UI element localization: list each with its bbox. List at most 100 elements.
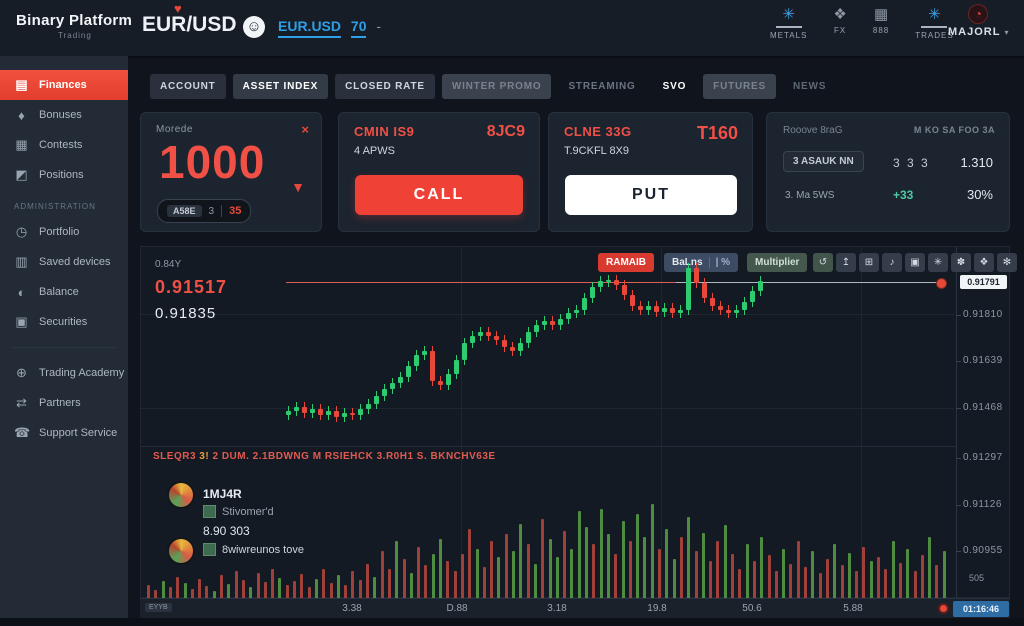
put-button[interactable]: PUT xyxy=(565,175,737,215)
sidebar-item-contests[interactable]: ▦Contests xyxy=(0,130,128,160)
888-icon: ▦ xyxy=(874,6,888,24)
volume-bar xyxy=(768,555,771,599)
nav-item-888[interactable]: ▦888 xyxy=(873,6,889,50)
volume-bar xyxy=(884,569,887,599)
tool-flower-icon[interactable]: ✽ xyxy=(951,253,971,272)
decrease-arrow-icon[interactable]: ▼ xyxy=(291,179,305,195)
volume-bar xyxy=(592,544,595,599)
volume-bar xyxy=(264,582,267,599)
call-title: CMIN IS9 xyxy=(354,124,414,139)
sidebar-item-securities[interactable]: ▣Securities xyxy=(0,307,128,337)
tab-winter-promo[interactable]: Winter Promo xyxy=(442,74,552,99)
tab-asset-index[interactable]: Asset Index xyxy=(233,74,328,99)
candle xyxy=(294,407,299,411)
sidebar-item-label: Saved devices xyxy=(39,256,111,268)
app-logo-subtitle: Trading xyxy=(58,31,92,40)
pair-link[interactable]: EUR.USD 70 - xyxy=(278,18,381,34)
account-menu[interactable]: ◔ MAJORL ▾ xyxy=(948,4,1008,38)
nav-label: METALS xyxy=(770,31,807,40)
stats-pill[interactable]: 3 ASAUK NN xyxy=(783,151,864,172)
tool-diamond-icon[interactable]: ❖ xyxy=(974,253,994,272)
put-value: T160 xyxy=(697,123,738,144)
volume-bar xyxy=(541,519,544,599)
volume-bar xyxy=(855,571,858,599)
sidebar-item-portfolio[interactable]: ◷Portfolio xyxy=(0,217,128,247)
sidebar-item-label: Partners xyxy=(39,397,81,409)
volume-bar xyxy=(600,509,603,599)
candle xyxy=(550,321,555,325)
tab-bar: Account Asset Index Closed Rate Winter Prom… xyxy=(150,74,836,99)
nav-item-metals[interactable]: ✳METALS xyxy=(770,6,807,50)
sidebar-item-finances[interactable]: ▤Finances xyxy=(0,70,128,100)
sidebar-item-trading-academy[interactable]: ⊕Trading Academy xyxy=(0,358,128,388)
volume-bar xyxy=(556,557,559,599)
volume-bar xyxy=(337,575,340,599)
volume-bar xyxy=(892,541,895,599)
tool-asterisk-icon[interactable]: ✳ xyxy=(928,253,948,272)
price-axis-label: 0.91297 xyxy=(963,452,1003,463)
volume-bar xyxy=(738,569,741,599)
time-axis-badge: EYYB xyxy=(145,603,172,612)
candle xyxy=(734,310,739,314)
pair-selector[interactable]: EUR/USD- xyxy=(142,13,247,37)
sidebar-item-positions[interactable]: ◩Positions xyxy=(0,160,128,190)
volume-bar xyxy=(446,561,449,599)
price-axis-label: 0.91639 xyxy=(963,355,1003,366)
call-button[interactable]: CALL xyxy=(355,175,523,215)
stepper-step[interactable]: 35 xyxy=(229,205,241,217)
tool-arrow-up-icon[interactable]: ↥ xyxy=(836,253,856,272)
volume-bar xyxy=(578,511,581,599)
tool-grid-icon[interactable]: ⊞ xyxy=(859,253,879,272)
candle xyxy=(302,407,307,413)
volume-bar xyxy=(519,524,522,599)
sidebar-item-bonuses[interactable]: ♦Bonuses xyxy=(0,100,128,130)
stats-row1-mid: 3 3 3 xyxy=(893,156,930,170)
volume-bar xyxy=(877,557,880,599)
chart-overlay-price-white: 0.91835 xyxy=(155,305,216,322)
volume-bar xyxy=(410,573,413,599)
tab-streaming[interactable]: Streaming xyxy=(558,74,645,99)
current-price-pill: 0.91791 xyxy=(960,275,1007,289)
candle xyxy=(446,374,451,385)
footer-strip xyxy=(0,618,1024,626)
candle xyxy=(686,268,691,309)
volume-bar xyxy=(665,529,668,599)
chart-overlay-small: 0.84Y xyxy=(155,259,181,270)
volume-bar xyxy=(315,579,318,599)
tool-refresh-icon[interactable]: ↺ xyxy=(813,253,833,272)
candle xyxy=(726,310,731,314)
tool-note-icon[interactable]: ♪ xyxy=(882,253,902,272)
chart-panel: 0.84Y 0.91517 0.91835 RAMAIB BaLns| % Mu… xyxy=(140,246,1010,598)
candle xyxy=(638,306,643,310)
stats-header-left: Rooove 8raG xyxy=(783,125,842,136)
tab-svo[interactable]: SVO xyxy=(653,74,697,99)
volume-bar xyxy=(424,565,427,599)
volume-bar xyxy=(804,567,807,599)
tool-panel-icon[interactable]: ▣ xyxy=(905,253,925,272)
sidebar-item-balance[interactable]: ◐Balance xyxy=(0,277,128,307)
amount-value[interactable]: 1000 xyxy=(159,135,265,189)
smiley-icon[interactable]: ☺ xyxy=(243,16,265,38)
volume-divider xyxy=(141,446,956,447)
nav-item-fx[interactable]: ❖FX xyxy=(833,6,846,50)
candle xyxy=(742,302,747,310)
tool-star-icon[interactable]: ✻ xyxy=(997,253,1017,272)
volume-bar xyxy=(344,585,347,599)
tab-futures[interactable]: Futures xyxy=(703,74,776,99)
tab-news[interactable]: News xyxy=(783,74,836,99)
top-header: Binary Platform Trading ♥ EUR/USD- ☺ EUR… xyxy=(0,0,1024,58)
tab-closed-rate[interactable]: Closed Rate xyxy=(335,74,435,99)
volume-bar xyxy=(935,565,938,599)
stepper-currency[interactable]: A58E xyxy=(167,205,202,217)
close-icon[interactable]: × xyxy=(301,122,309,137)
volume-bar xyxy=(570,549,573,599)
candle xyxy=(718,306,723,310)
sidebar-item-support-service[interactable]: ☎Support Service xyxy=(0,418,128,448)
sidebar-item-partners[interactable]: ⇄Partners xyxy=(0,388,128,418)
time-axis[interactable]: EYYB 3.38D.883.1819.850.65.88 01:16:46 xyxy=(140,598,1010,619)
sidebar-item-saved-devices[interactable]: ▥Saved devices xyxy=(0,247,128,277)
tab-account[interactable]: Account xyxy=(150,74,226,99)
stepper-mid[interactable]: 3 xyxy=(209,206,215,217)
amount-stepper[interactable]: A58E 3 35 xyxy=(157,199,251,223)
candle xyxy=(398,377,403,383)
